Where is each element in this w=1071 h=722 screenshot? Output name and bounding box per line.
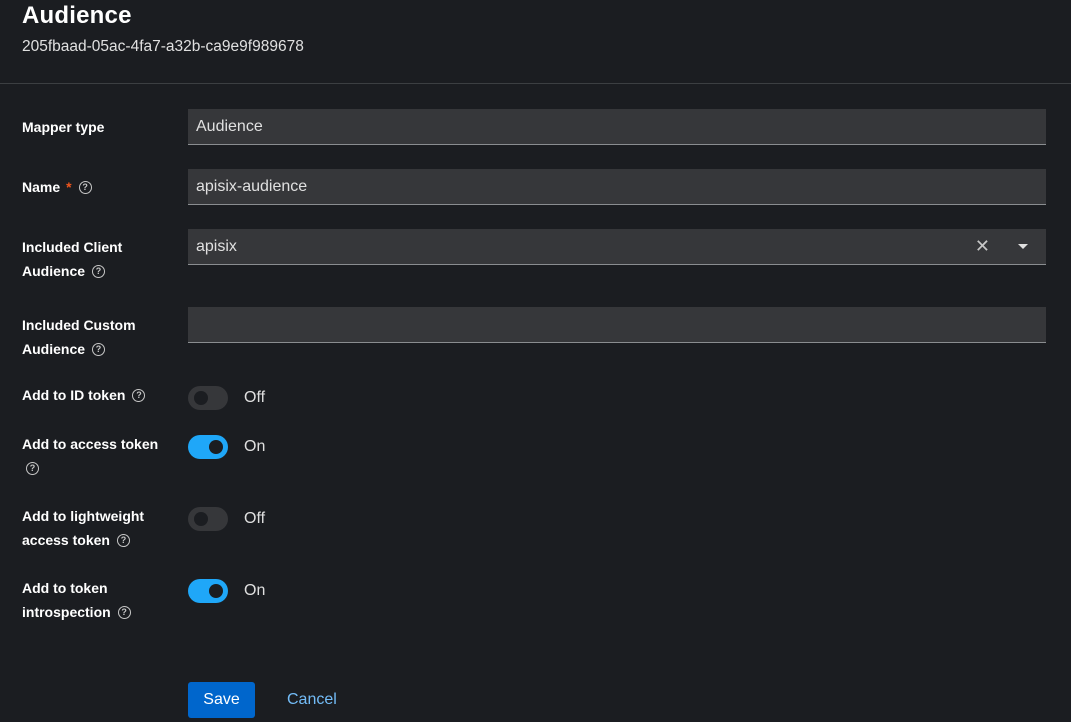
add-to-lightweight-access-token-state: Off bbox=[244, 510, 266, 527]
mapper-type-value: Audience bbox=[196, 118, 263, 135]
add-to-lightweight-access-token-toggle[interactable] bbox=[188, 507, 228, 531]
add-to-id-token-label: Add to ID token? bbox=[22, 383, 172, 407]
save-button[interactable]: Save bbox=[188, 682, 255, 718]
add-to-lightweight-access-token-label-line2: access token bbox=[22, 532, 110, 548]
page-title: Audience bbox=[22, 2, 132, 29]
name-label: Name *? bbox=[22, 175, 172, 199]
add-to-token-introspection-label-line1: Add to token bbox=[22, 580, 108, 596]
included-custom-audience-label: Included Custom Audience? bbox=[22, 313, 172, 361]
add-to-access-token-label: Add to access token ? bbox=[22, 432, 172, 480]
clear-icon[interactable]: ✕ bbox=[975, 229, 990, 264]
name-input-wrapper[interactable] bbox=[188, 169, 1046, 205]
toggle-knob bbox=[209, 440, 223, 454]
page-header: Audience 205fbaad-05ac-4fa7-a32b-ca9e9f9… bbox=[0, 0, 1071, 84]
included-custom-audience-label-line2: Audience bbox=[22, 341, 86, 357]
add-to-lightweight-access-token-label: Add to lightweight access token? bbox=[22, 504, 172, 552]
add-to-id-token-state: Off bbox=[244, 389, 266, 406]
help-icon[interactable]: ? bbox=[116, 533, 130, 547]
add-to-id-token-label-text: Add to ID token bbox=[22, 387, 126, 403]
add-to-access-token-state: On bbox=[244, 438, 266, 455]
mapper-type-label: Mapper type bbox=[22, 115, 172, 139]
add-to-token-introspection-state: On bbox=[244, 582, 266, 599]
required-marker: * bbox=[66, 179, 72, 195]
toggle-knob bbox=[194, 512, 208, 526]
included-client-audience-label-line2: Audience bbox=[22, 263, 86, 279]
included-custom-audience-input[interactable] bbox=[196, 308, 1046, 342]
mapper-type-label-text: Mapper type bbox=[22, 119, 105, 135]
add-to-token-introspection-toggle[interactable] bbox=[188, 579, 228, 603]
add-to-access-token-label-text: Add to access token bbox=[22, 436, 159, 452]
help-icon[interactable]: ? bbox=[26, 461, 39, 475]
add-to-token-introspection-label: Add to token introspection? bbox=[22, 576, 172, 624]
included-custom-audience-input-wrapper[interactable] bbox=[188, 307, 1046, 343]
chevron-down-icon[interactable] bbox=[1018, 244, 1028, 249]
included-custom-audience-label-line1: Included Custom bbox=[22, 317, 136, 333]
add-to-token-introspection-label-line2: introspection bbox=[22, 604, 111, 620]
help-icon[interactable]: ? bbox=[78, 180, 92, 194]
toggle-knob bbox=[209, 584, 223, 598]
add-to-access-token-toggle[interactable] bbox=[188, 435, 228, 459]
included-client-audience-label-line1: Included Client bbox=[22, 239, 123, 255]
mapper-type-field: Audience bbox=[188, 109, 1046, 145]
included-client-audience-value: apisix bbox=[196, 238, 237, 255]
name-input[interactable] bbox=[196, 170, 1046, 204]
add-to-lightweight-access-token-label-line1: Add to lightweight bbox=[22, 508, 145, 524]
included-client-audience-select[interactable]: apisix ✕ bbox=[188, 229, 1046, 265]
included-client-audience-label: Included Client Audience? bbox=[22, 235, 172, 283]
help-icon[interactable]: ? bbox=[92, 264, 106, 278]
help-icon[interactable]: ? bbox=[132, 388, 146, 402]
help-icon[interactable]: ? bbox=[117, 605, 131, 619]
toggle-knob bbox=[194, 391, 208, 405]
help-icon[interactable]: ? bbox=[92, 342, 106, 356]
cancel-button[interactable]: Cancel bbox=[287, 682, 337, 718]
mapper-id: 205fbaad-05ac-4fa7-a32b-ca9e9f989678 bbox=[22, 38, 304, 55]
name-label-text: Name bbox=[22, 179, 61, 195]
add-to-id-token-toggle[interactable] bbox=[188, 386, 228, 410]
